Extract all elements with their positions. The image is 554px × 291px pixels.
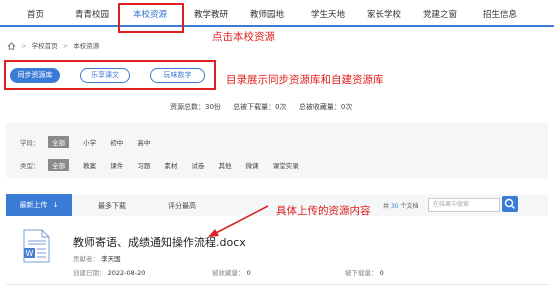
document-favorites: 被收藏量： 0 [212, 267, 251, 277]
date-value: 2022-08-20 [107, 269, 146, 277]
document-contributor: 贡献者： 李天国 [73, 253, 121, 263]
word-document-icon: W [23, 229, 50, 263]
document-created-date: 创建日期： 2022-08-20 [73, 267, 145, 277]
contributor-label: 贡献者： [73, 255, 99, 263]
fav-label: 被收藏量： [212, 269, 245, 277]
contributor-name[interactable]: 李天国 [101, 255, 121, 263]
date-label: 创建日期： [73, 269, 106, 277]
fav-value: 0 [246, 269, 251, 277]
down-value: 0 [379, 269, 384, 277]
svg-text:W: W [26, 249, 34, 258]
divider [6, 284, 548, 285]
down-label: 被下载量： [345, 269, 378, 277]
document-downloads: 被下载量： 0 [345, 267, 384, 277]
document-title-link[interactable]: 教师寄语、成绩通知操作流程.docx [73, 234, 246, 250]
